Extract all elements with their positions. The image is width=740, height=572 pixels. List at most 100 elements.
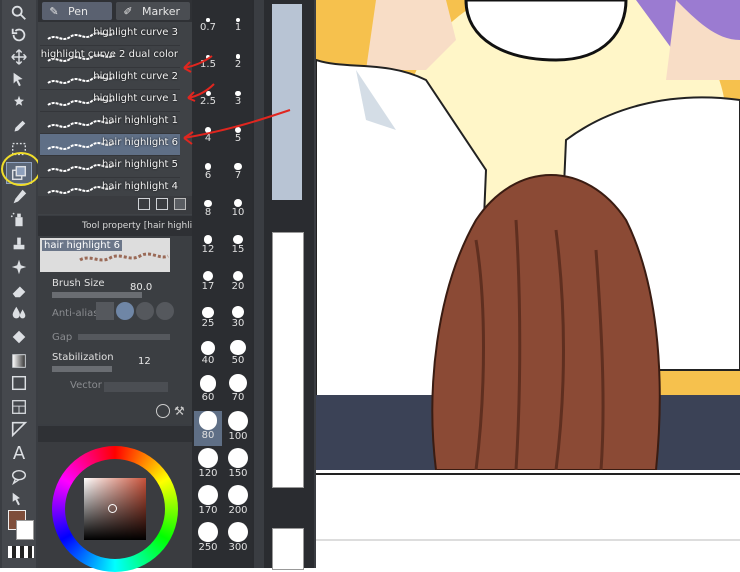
brush-item[interactable]: highlight curve 2 [40, 68, 180, 90]
brush-size-option[interactable]: 200 [224, 485, 252, 520]
ruler-icon[interactable] [6, 418, 32, 440]
brush-item[interactable]: hair highlight 1 [40, 112, 180, 134]
page-thumbnail[interactable] [272, 528, 304, 570]
brush-item-label: highlight curve 2 dual color [40, 49, 178, 60]
fill-icon[interactable] [6, 326, 32, 348]
brush-size-label: 30 [231, 317, 245, 329]
brush-size-label: 6 [204, 169, 212, 181]
brush-size-option[interactable]: 60 [194, 374, 222, 409]
eyedropper-icon[interactable] [6, 116, 32, 138]
brush-size-option[interactable]: 1 [224, 4, 252, 39]
text-icon[interactable]: A [6, 442, 32, 464]
brush-size-option[interactable]: 250 [194, 522, 222, 557]
gap-slider[interactable] [78, 334, 170, 340]
brush-size-dot [232, 270, 244, 281]
stamp-icon[interactable] [6, 232, 32, 254]
brush-size-dot [228, 522, 248, 542]
brush-size-option[interactable]: 2 [224, 41, 252, 76]
brush-size-option[interactable]: 2.5 [194, 78, 222, 113]
gradient-icon[interactable] [6, 350, 32, 372]
page-thumbnail[interactable] [272, 232, 304, 488]
brush-size-option[interactable]: 40 [194, 337, 222, 372]
brush-size-option[interactable]: 7 [224, 152, 252, 187]
brush-size-value[interactable]: 80.0 [130, 282, 152, 293]
brush-size-option[interactable]: 25 [194, 300, 222, 335]
brush-size-option[interactable]: 17 [194, 263, 222, 298]
balloon-icon[interactable] [6, 466, 32, 488]
brush-size-label: 5 [234, 132, 242, 144]
brush-size-option[interactable]: 300 [224, 522, 252, 557]
brush-size-option[interactable]: 12 [194, 226, 222, 261]
brush-item-label: hair highlight 4 [101, 181, 178, 192]
antialias-none[interactable] [96, 302, 114, 320]
brush-size-option[interactable]: 170 [194, 485, 222, 520]
page-thumbnail[interactable] [272, 4, 302, 200]
app-window: A ✎ Pen ✐ Marker highlight curve 3 highligh… [0, 0, 740, 572]
brush-size-option[interactable]: 150 [224, 448, 252, 483]
sub-color-swatch[interactable] [16, 520, 34, 540]
brush-size-option[interactable]: 4 [194, 115, 222, 150]
settings-icon[interactable] [156, 404, 170, 418]
magic-wand-icon[interactable] [6, 92, 32, 114]
brush-item[interactable]: hair highlight 6 [40, 134, 180, 156]
color-wheel-panel [38, 426, 192, 572]
brush-item-label: highlight curve 2 [93, 71, 178, 82]
move-icon[interactable] [6, 46, 32, 68]
brush-item[interactable]: highlight curve 2 dual color [40, 46, 180, 68]
wrench-icon[interactable]: ⚒ [174, 404, 188, 418]
antialias-medium[interactable] [136, 302, 154, 320]
duplicate-icon[interactable] [156, 198, 168, 210]
stabilization-value[interactable]: 12 [138, 356, 151, 367]
brush-size-option[interactable]: 15 [224, 226, 252, 261]
brush-size-label: 12 [201, 243, 215, 255]
brush-size-option[interactable]: 100 [224, 411, 252, 446]
rotate-icon[interactable] [6, 24, 32, 46]
pen-icon[interactable] [6, 186, 32, 208]
brush-size-slider[interactable] [52, 292, 142, 298]
brush-size-option[interactable]: 3 [224, 78, 252, 113]
stabilization-slider[interactable] [52, 366, 112, 372]
figure-icon[interactable] [6, 372, 32, 394]
brush-item[interactable]: hair highlight 5 [40, 156, 180, 178]
correct-line-icon[interactable] [6, 488, 32, 510]
object-icon[interactable] [6, 68, 32, 90]
brush-item[interactable]: highlight curve 3 [40, 24, 180, 46]
antialias-weak[interactable] [116, 302, 134, 320]
tab-pen[interactable]: ✎ Pen [42, 2, 112, 20]
brush-item[interactable]: highlight curve 1 [40, 90, 180, 112]
zoom-icon[interactable] [6, 2, 32, 24]
brush-size-option[interactable]: 0.7 [194, 4, 222, 39]
highlight-circle [1, 152, 41, 186]
airbrush-icon[interactable] [6, 208, 32, 230]
brush-size-option[interactable]: 20 [224, 263, 252, 298]
brush-size-dot [200, 340, 215, 355]
vector-slider[interactable] [104, 382, 168, 392]
transparent-color-swatch[interactable] [8, 546, 34, 558]
brush-size-option[interactable]: 5 [224, 115, 252, 150]
brush-size-option[interactable]: 8 [194, 189, 222, 224]
brush-size-option[interactable]: 6 [194, 152, 222, 187]
panel-scrollbar[interactable] [254, 0, 264, 568]
color-picker-cursor[interactable] [108, 504, 117, 513]
brush-size-option[interactable]: 80 [194, 411, 222, 446]
blend-icon[interactable] [6, 302, 32, 324]
import-icon[interactable] [138, 198, 150, 210]
eraser-icon[interactable] [6, 280, 32, 302]
trash-icon[interactable] [174, 198, 186, 210]
tab-marker[interactable]: ✐ Marker [116, 2, 190, 20]
antialias-strong[interactable] [156, 302, 174, 320]
brush-size-dot [198, 485, 218, 505]
brush-size-option[interactable]: 70 [224, 374, 252, 409]
brush-size-option[interactable]: 10 [224, 189, 252, 224]
drawing-canvas[interactable] [316, 0, 740, 568]
brush-size-option[interactable]: 120 [194, 448, 222, 483]
brush-item-label: highlight curve 1 [93, 93, 178, 104]
brush-size-dot [233, 234, 243, 244]
frame-icon[interactable] [6, 396, 32, 418]
brush-size-option[interactable]: 1.5 [194, 41, 222, 76]
brush-size-option[interactable]: 30 [224, 300, 252, 335]
brush-size-option[interactable]: 50 [224, 337, 252, 372]
brush-size-label: 2 [234, 58, 242, 70]
brush-size-dot [228, 448, 248, 468]
sparkle-icon[interactable] [6, 256, 32, 278]
